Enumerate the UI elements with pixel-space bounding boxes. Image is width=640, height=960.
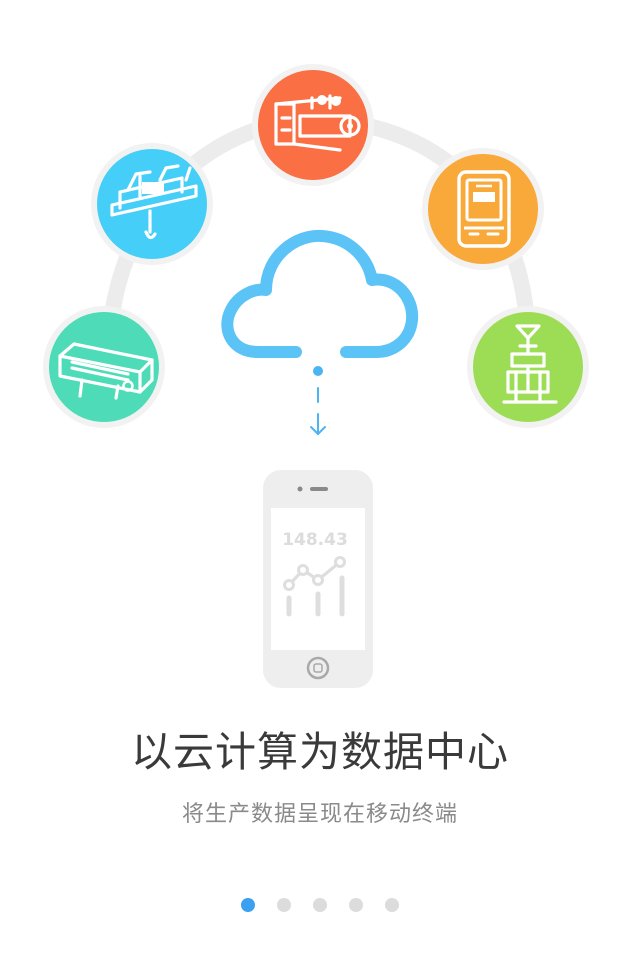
rolling-mill-icon [252, 64, 374, 186]
page-dot[interactable] [349, 898, 363, 912]
download-arrow-icon [310, 366, 326, 435]
page-indicator [0, 897, 640, 913]
intro-page: 148.43 以云计算为数据中心 将生产数据呈现在移动终端 [0, 0, 640, 960]
cloud-icon [221, 229, 419, 358]
electric-meter-icon [422, 148, 544, 270]
overhead-crane-icon [91, 143, 213, 265]
page-subtitle: 将生产数据呈现在移动终端 [181, 802, 458, 827]
page-title: 以云计算为数据中心 [131, 728, 509, 776]
page-dot[interactable] [385, 898, 399, 912]
page-dot[interactable] [313, 898, 327, 912]
page-dot-active[interactable] [241, 898, 255, 912]
phone-screen-value: 148.43 [282, 530, 348, 550]
conveyor-machine-icon [43, 306, 165, 428]
page-dot[interactable] [277, 898, 291, 912]
drilling-rig-icon [467, 306, 589, 428]
cloud-devices-illustration: 148.43 [43, 64, 589, 688]
